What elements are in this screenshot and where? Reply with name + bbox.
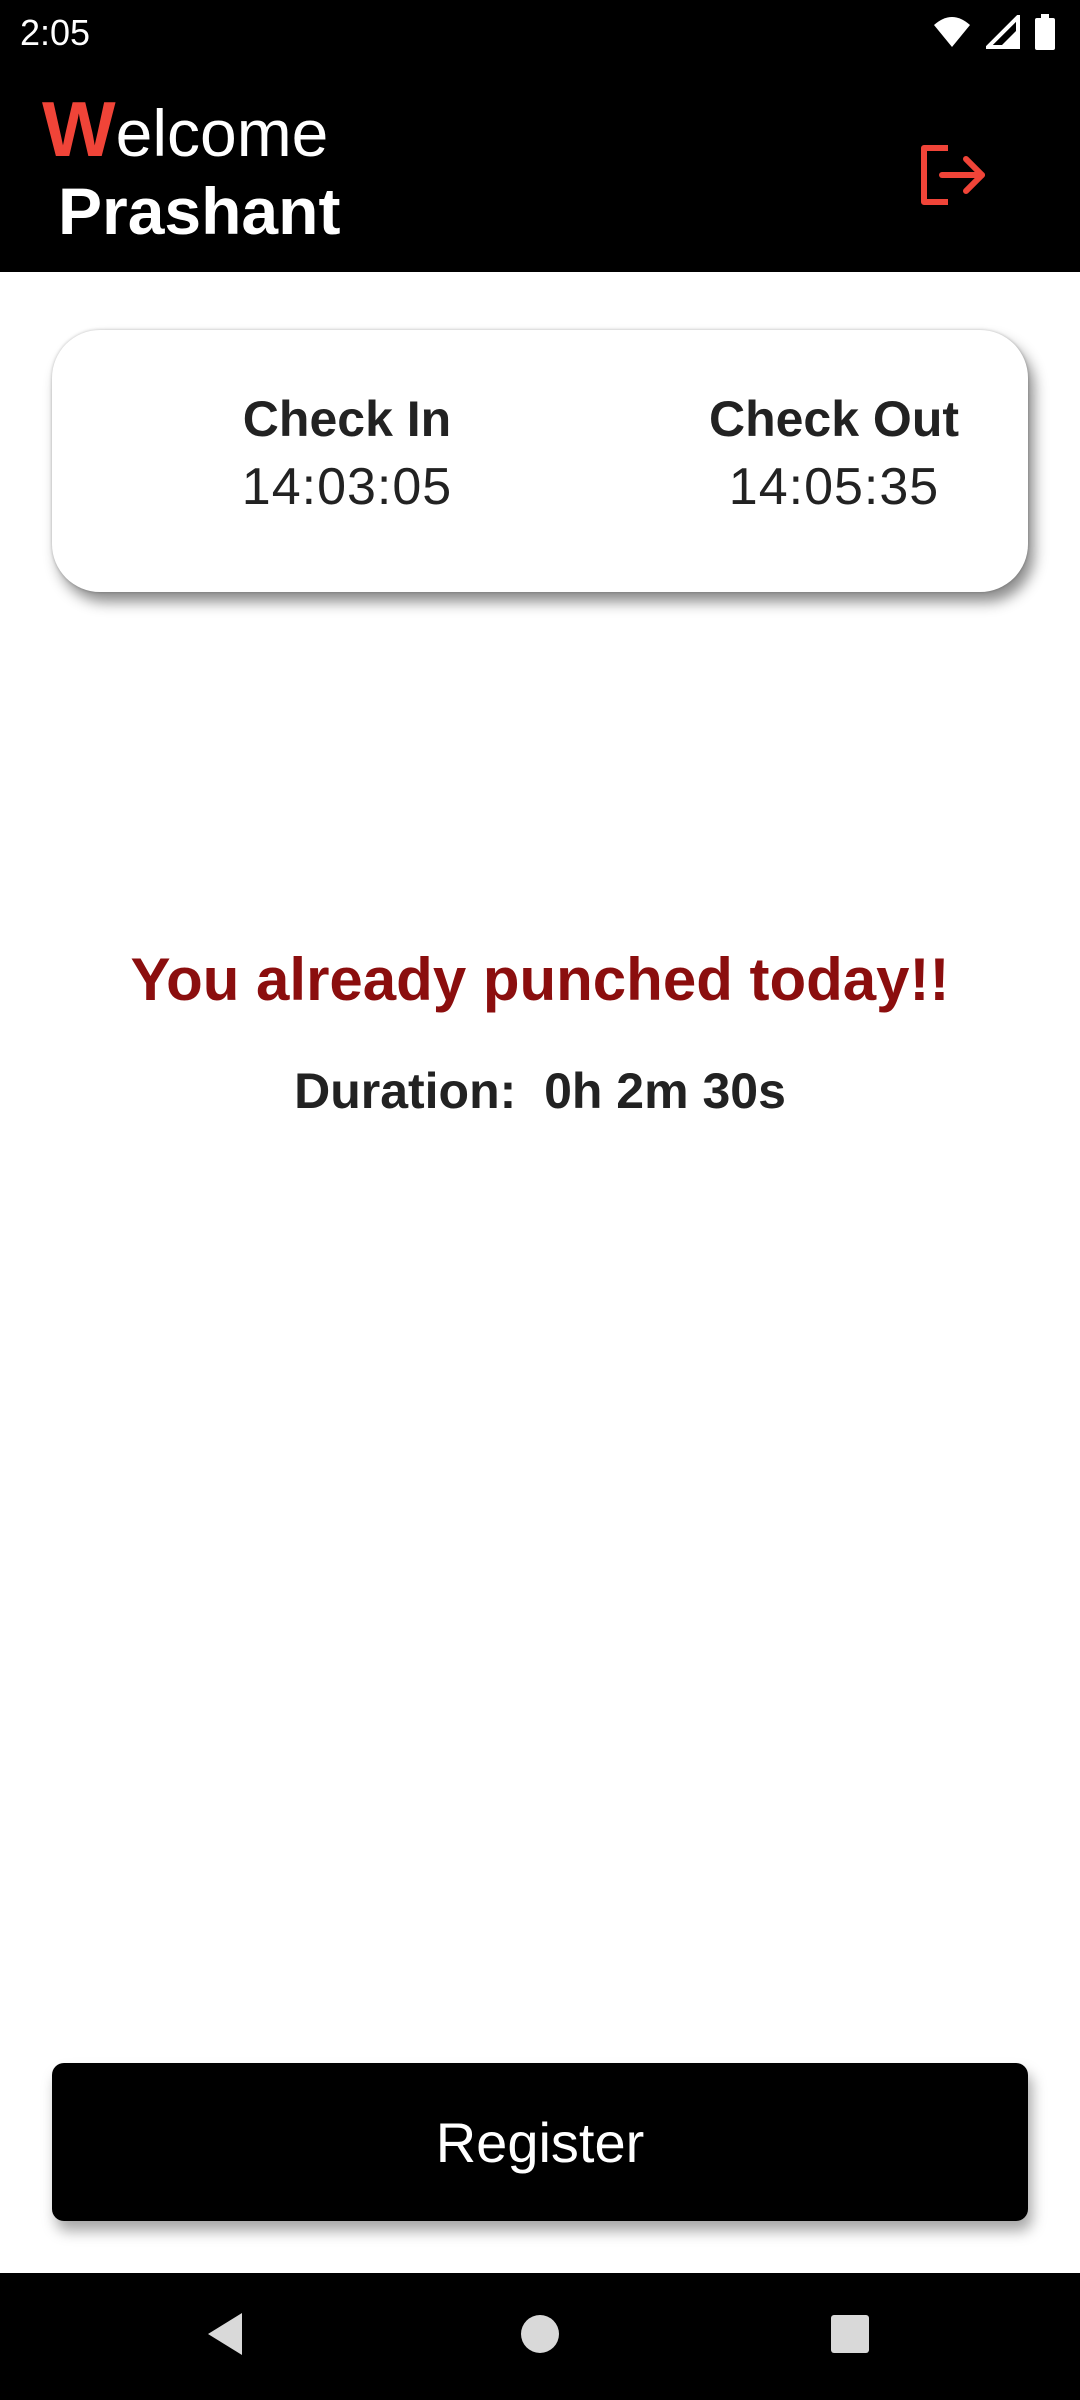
nav-back-button[interactable] [165, 2273, 285, 2400]
signal-icon [986, 15, 1020, 49]
check-out-section: Check Out 14:05:35 [654, 388, 1014, 524]
home-icon [520, 2314, 560, 2359]
wifi-icon [932, 15, 972, 49]
system-nav-bar [0, 2273, 1080, 2400]
welcome-first-letter: W [42, 85, 116, 173]
logout-icon [918, 144, 988, 211]
status-bar: 2:05 [0, 0, 1080, 66]
battery-icon [1034, 14, 1056, 50]
check-in-label: Check In [242, 391, 452, 447]
nav-recents-button[interactable] [790, 2273, 910, 2400]
app-header: Welcome Prashant [0, 66, 1080, 272]
user-name: Prashant [58, 174, 341, 248]
welcome-rest: elcome [115, 96, 329, 170]
nav-home-button[interactable] [480, 2273, 600, 2400]
recents-icon [830, 2314, 870, 2359]
check-in-time: 14:03:05 [241, 458, 453, 516]
check-out-time: 14:05:35 [728, 458, 940, 516]
attendance-card: Check In 14:03:05 Check Out 14:05:35 [52, 330, 1028, 592]
status-icons [932, 12, 1056, 52]
status-time: 2:05 [20, 12, 91, 53]
app-screen: 2:05 Welcome Prashant Check In 14:03:05 … [0, 0, 1080, 2400]
welcome-text: Welcome [42, 84, 328, 178]
logout-button[interactable] [908, 132, 998, 222]
punch-status-message: You already punched today!! [130, 946, 950, 1013]
check-in-section: Check In 14:03:05 [167, 388, 527, 524]
register-button[interactable]: Register [52, 2063, 1028, 2221]
check-out-label: Check Out [708, 391, 960, 447]
back-icon [204, 2311, 246, 2362]
duration-text: Duration: 0h 2m 30s [294, 1063, 786, 1119]
